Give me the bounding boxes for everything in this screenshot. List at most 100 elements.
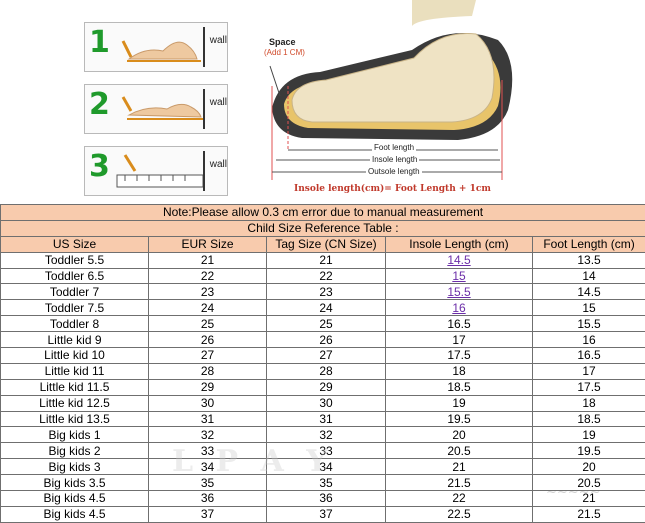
foot-in-shoe-diagram bbox=[262, 0, 645, 203]
tag-size-cell: 29 bbox=[267, 379, 386, 395]
insole-length-cell[interactable]: 16 bbox=[386, 300, 533, 316]
tag-size-cell: 27 bbox=[267, 348, 386, 364]
tag-size-cell: 24 bbox=[267, 300, 386, 316]
eur-size-cell: 32 bbox=[149, 427, 267, 443]
insole-length-cell[interactable]: 14.5 bbox=[386, 252, 533, 268]
foot-length-cell: 17 bbox=[533, 363, 645, 379]
eur-size-cell: 25 bbox=[149, 316, 267, 332]
ruler-icon bbox=[85, 147, 227, 195]
us-size-cell: Big kids 3.5 bbox=[1, 475, 149, 491]
eur-size-cell: 30 bbox=[149, 395, 267, 411]
eur-size-cell: 34 bbox=[149, 459, 267, 475]
eur-size-cell: 31 bbox=[149, 411, 267, 427]
foot-length-cell: 14.5 bbox=[533, 284, 645, 300]
tag-size-cell: 23 bbox=[267, 284, 386, 300]
table-row: Little kid 1128281817 bbox=[1, 363, 645, 379]
header-row: US Size EUR Size Tag Size (CN Size) Inso… bbox=[1, 236, 645, 252]
step-3-panel: 3 wall bbox=[84, 146, 228, 196]
table-row: Little kid 11.5292918.517.5 bbox=[1, 379, 645, 395]
table-row: Little kid 12.530301918 bbox=[1, 395, 645, 411]
size-chart-table: Note:Please allow 0.3 cm error due to ma… bbox=[0, 204, 645, 523]
insole-formula: Insole length(cm)= Foot Length + 1cm bbox=[294, 184, 491, 194]
tag-size-cell: 28 bbox=[267, 363, 386, 379]
eur-size-cell: 28 bbox=[149, 363, 267, 379]
insole-length-cell: 20.5 bbox=[386, 443, 533, 459]
foot-side-icon bbox=[85, 23, 227, 71]
wall-label: wall bbox=[210, 35, 227, 46]
tag-size-cell: 31 bbox=[267, 411, 386, 427]
insole-length-cell: 17.5 bbox=[386, 348, 533, 364]
foot-length-cell: 13.5 bbox=[533, 252, 645, 268]
us-size-cell: Toddler 7 bbox=[1, 284, 149, 300]
foot-length-cell: 16 bbox=[533, 332, 645, 348]
insole-length-cell[interactable]: 15.5 bbox=[386, 284, 533, 300]
outsole-length-label: Outsole length bbox=[366, 167, 422, 176]
table-row: Toddler 7.524241615 bbox=[1, 300, 645, 316]
foot-length-cell: 18 bbox=[533, 395, 645, 411]
us-size-cell: Toddler 6.5 bbox=[1, 268, 149, 284]
insole-length-cell: 21 bbox=[386, 459, 533, 475]
table-row: Big kids 132322019 bbox=[1, 427, 645, 443]
us-size-cell: Big kids 4.5 bbox=[1, 506, 149, 522]
us-size-cell: Little kid 10 bbox=[1, 348, 149, 364]
foot-side-icon bbox=[85, 85, 227, 133]
table-title: Child Size Reference Table : bbox=[1, 220, 645, 236]
insole-length-cell: 19 bbox=[386, 395, 533, 411]
note-row: Note:Please allow 0.3 cm error due to ma… bbox=[1, 205, 645, 221]
foot-length-cell: 21 bbox=[533, 491, 645, 507]
us-size-cell: Big kids 2 bbox=[1, 443, 149, 459]
eur-size-cell: 23 bbox=[149, 284, 267, 300]
tag-size-cell: 30 bbox=[267, 395, 386, 411]
us-size-cell: Toddler 5.5 bbox=[1, 252, 149, 268]
insole-length-cell: 22.5 bbox=[386, 506, 533, 522]
table-row: Big kids 4.536362221 bbox=[1, 491, 645, 507]
wall-line bbox=[203, 27, 205, 67]
foot-length-cell: 17.5 bbox=[533, 379, 645, 395]
tag-size-cell: 34 bbox=[267, 459, 386, 475]
step-2-panel: 2 wall bbox=[84, 84, 228, 134]
column-header: Tag Size (CN Size) bbox=[267, 236, 386, 252]
tag-size-cell: 22 bbox=[267, 268, 386, 284]
space-label: Space bbox=[269, 37, 296, 47]
insole-length-cell[interactable]: 15 bbox=[386, 268, 533, 284]
tag-size-cell: 36 bbox=[267, 491, 386, 507]
eur-size-cell: 29 bbox=[149, 379, 267, 395]
foot-length-cell: 20.5 bbox=[533, 475, 645, 491]
table-row: Little kid 13.5313119.518.5 bbox=[1, 411, 645, 427]
column-header: EUR Size bbox=[149, 236, 267, 252]
eur-size-cell: 26 bbox=[149, 332, 267, 348]
us-size-cell: Toddler 8 bbox=[1, 316, 149, 332]
tag-size-cell: 33 bbox=[267, 443, 386, 459]
us-size-cell: Little kid 13.5 bbox=[1, 411, 149, 427]
insole-length-cell: 19.5 bbox=[386, 411, 533, 427]
foot-length-label: Foot length bbox=[372, 143, 416, 152]
eur-size-cell: 22 bbox=[149, 268, 267, 284]
foot-length-cell: 20 bbox=[533, 459, 645, 475]
table-row: Toddler 5.5212114.513.5 bbox=[1, 252, 645, 268]
us-size-cell: Little kid 11 bbox=[1, 363, 149, 379]
foot-length-cell: 21.5 bbox=[533, 506, 645, 522]
insole-length-cell: 18 bbox=[386, 363, 533, 379]
column-header: Foot Length (cm) bbox=[533, 236, 645, 252]
insole-length-cell: 16.5 bbox=[386, 316, 533, 332]
wall-label: wall bbox=[210, 97, 227, 108]
wall-line bbox=[203, 89, 205, 129]
table-row: Little kid 10272717.516.5 bbox=[1, 348, 645, 364]
table-row: Big kids 3.5353521.520.5 bbox=[1, 475, 645, 491]
us-size-cell: Big kids 1 bbox=[1, 427, 149, 443]
tag-size-cell: 26 bbox=[267, 332, 386, 348]
foot-length-cell: 14 bbox=[533, 268, 645, 284]
table-row: Big kids 4.5373722.521.5 bbox=[1, 506, 645, 522]
table-row: Toddler 6.522221514 bbox=[1, 268, 645, 284]
eur-size-cell: 36 bbox=[149, 491, 267, 507]
wall-label: wall bbox=[210, 159, 227, 170]
eur-size-cell: 27 bbox=[149, 348, 267, 364]
table-row: Big kids 334342120 bbox=[1, 459, 645, 475]
foot-length-cell: 19 bbox=[533, 427, 645, 443]
foot-length-cell: 15.5 bbox=[533, 316, 645, 332]
us-size-cell: Toddler 7.5 bbox=[1, 300, 149, 316]
foot-length-cell: 16.5 bbox=[533, 348, 645, 364]
insole-length-cell: 20 bbox=[386, 427, 533, 443]
tag-size-cell: 25 bbox=[267, 316, 386, 332]
us-size-cell: Little kid 12.5 bbox=[1, 395, 149, 411]
